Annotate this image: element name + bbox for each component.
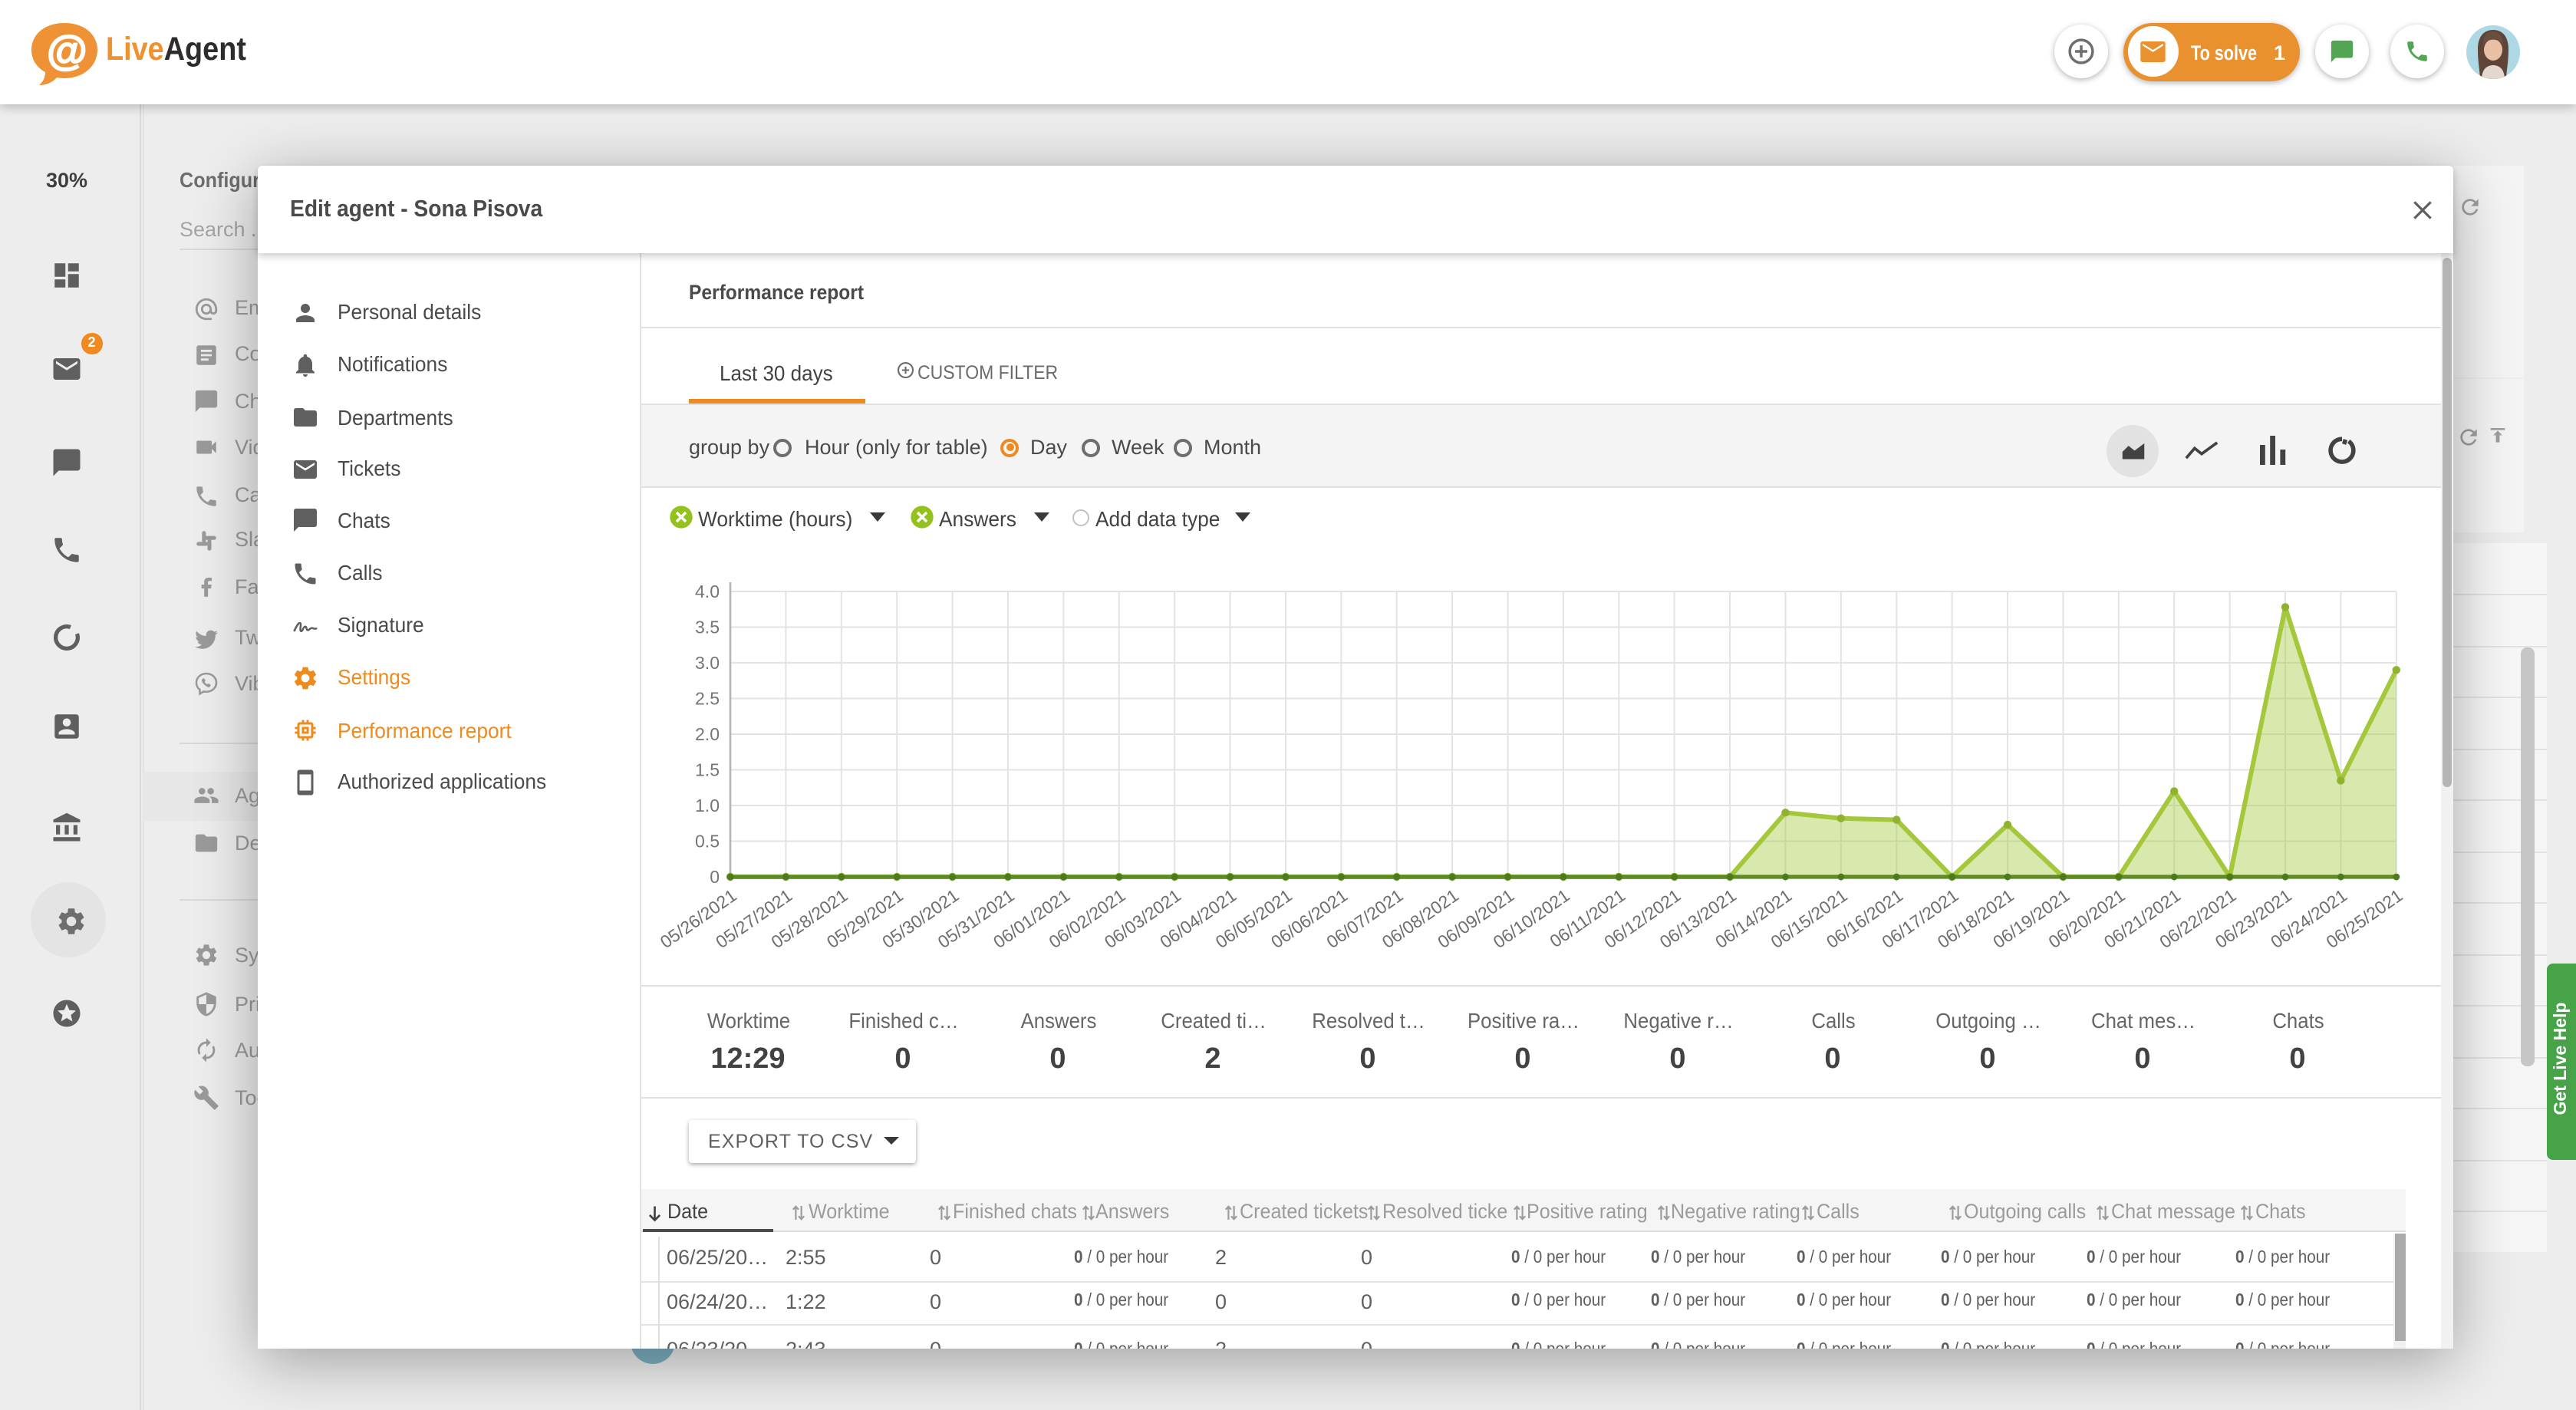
svg-text:@: @ bbox=[47, 28, 87, 74]
svg-text:0: 0 bbox=[709, 867, 719, 887]
svg-text:4.0: 4.0 bbox=[694, 581, 719, 601]
svg-text:1.5: 1.5 bbox=[694, 760, 719, 780]
svg-text:1.0: 1.0 bbox=[694, 796, 719, 815]
svg-text:2.0: 2.0 bbox=[694, 724, 719, 744]
svg-text:3.5: 3.5 bbox=[694, 618, 719, 637]
svg-text:0.5: 0.5 bbox=[694, 832, 719, 852]
svg-text:2.5: 2.5 bbox=[694, 689, 719, 709]
svg-text:3.0: 3.0 bbox=[694, 653, 719, 673]
